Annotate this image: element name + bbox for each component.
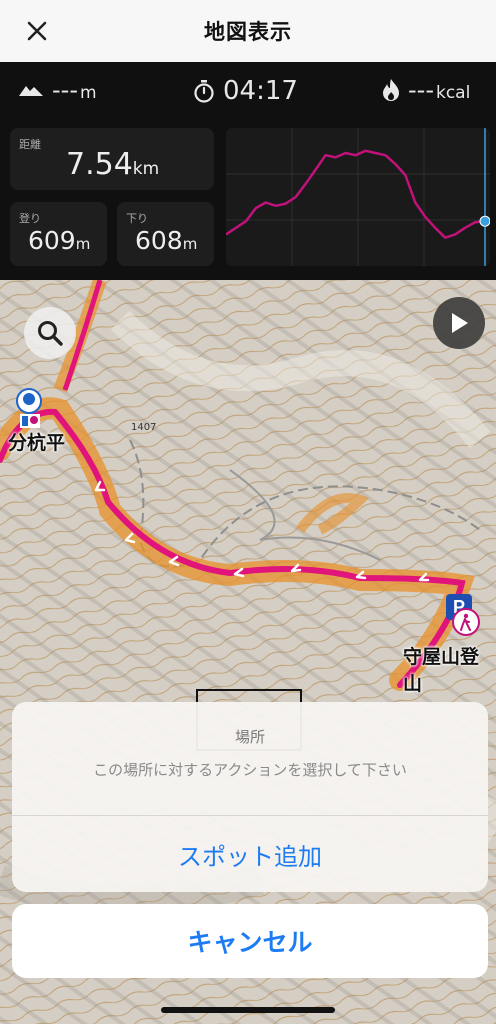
calories-value: ---: [408, 76, 434, 104]
elevation-line: [226, 149, 486, 239]
mountain-icon: [19, 86, 43, 96]
navigation-bar: 地図表示: [0, 0, 496, 62]
altitude-unit: m: [79, 83, 97, 103]
hiker-icon: [460, 613, 471, 631]
place-label-bunguidaira: 分杭平: [8, 432, 66, 454]
descent-card: 下り 608m: [117, 202, 214, 266]
info-marker-icon: [16, 388, 42, 428]
action-sheet-title: 場所: [234, 728, 265, 746]
play-icon: [452, 313, 468, 333]
search-button[interactable]: [24, 307, 76, 359]
elevation-profile-chart[interactable]: [226, 128, 490, 266]
flame-icon: [383, 79, 399, 101]
play-button[interactable]: [433, 297, 485, 349]
descent-label: 下り: [126, 212, 148, 225]
calories-unit: kcal: [435, 83, 471, 103]
stats-top-row: --- m 04:17 --- kcal: [0, 62, 496, 124]
distance-card: 距離 7.54km: [10, 128, 214, 190]
action-sheet-message: この場所に対するアクションを選択して下さい: [93, 761, 407, 779]
distance-label: 距離: [19, 138, 41, 151]
home-indicator: [161, 1007, 335, 1013]
action-sheet: 場所 この場所に対するアクションを選択して下さい スポット追加: [12, 702, 488, 892]
elevation-mark-1407: 1407: [131, 422, 157, 433]
descent-unit: m: [182, 235, 198, 253]
descent-value: 608: [135, 226, 183, 255]
place-label-moriyasan-trailhead: 守屋山登山: [403, 646, 480, 695]
close-icon[interactable]: [22, 16, 52, 46]
elevation-profile-svg: [226, 128, 490, 266]
timer-stat: 04:17: [193, 76, 298, 106]
distance-value: 7.54: [66, 147, 133, 182]
distance-unit: km: [132, 159, 160, 179]
ascent-unit: m: [75, 235, 91, 253]
ascent-card: 登り 609m: [10, 202, 107, 266]
page-title: 地図表示: [204, 20, 292, 44]
calories-stat: --- kcal: [382, 76, 470, 104]
timer-value: 04:17: [223, 76, 298, 106]
ascent-label: 登り: [19, 212, 41, 225]
search-icon: [38, 321, 63, 346]
trailhead-marker[interactable]: [452, 608, 480, 636]
altitude-stat: --- m: [18, 76, 97, 104]
ascent-value: 609: [28, 226, 76, 255]
current-position-marker: [479, 215, 490, 227]
cancel-button[interactable]: キャンセル: [12, 904, 488, 978]
stopwatch-icon: [194, 80, 214, 103]
add-spot-button[interactable]: スポット追加: [12, 816, 488, 892]
info-point-marker[interactable]: [14, 388, 44, 430]
altitude-value: ---: [52, 76, 78, 104]
